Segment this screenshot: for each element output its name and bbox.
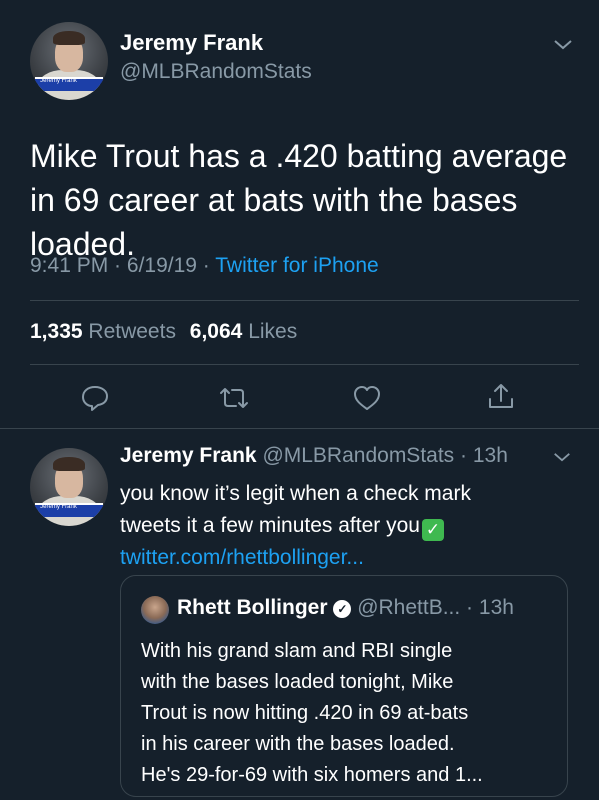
author-avatar[interactable]: Jeremy Frank bbox=[30, 22, 108, 100]
author-handle[interactable]: @MLBRandomStats bbox=[120, 60, 312, 84]
author-name[interactable]: Jeremy Frank bbox=[120, 30, 263, 56]
divider bbox=[0, 428, 599, 429]
reply-author-avatar[interactable]: Jeremy Frank bbox=[30, 448, 108, 526]
tweet-time: 9:41 PM bbox=[30, 254, 109, 277]
likes-stat[interactable]: 6,064 Likes bbox=[190, 320, 297, 343]
tweet-text: Mike Trout has a .420 batting average in… bbox=[30, 138, 568, 262]
quoted-text-line: With his grand slam and RBI single bbox=[141, 640, 453, 662]
verified-badge-icon: ✓ bbox=[333, 600, 352, 618]
divider bbox=[30, 364, 579, 365]
reply-author-name[interactable]: Jeremy Frank bbox=[120, 444, 257, 467]
quoted-text-line: He's 29-for-69 with six homers and 1... bbox=[141, 764, 483, 786]
retweet-icon[interactable] bbox=[218, 383, 250, 413]
quoted-tweet-card[interactable]: Rhett Bollinger ✓ @RhettB... · 13h With … bbox=[120, 575, 568, 797]
quoted-author-avatar bbox=[141, 596, 169, 624]
chevron-down-icon[interactable] bbox=[552, 451, 572, 464]
chevron-down-icon[interactable] bbox=[552, 38, 574, 52]
quoted-text-line: with the bases loaded tonight, Mike bbox=[141, 671, 454, 693]
reply-author-handle[interactable]: @MLBRandomStats bbox=[262, 444, 454, 467]
avatar-banner-text: Jeremy Frank bbox=[40, 503, 77, 510]
share-icon[interactable] bbox=[486, 381, 516, 411]
reply-header: Jeremy Frank @MLBRandomStats · 13h bbox=[120, 444, 508, 467]
reply-text-line: you know it’s legit when a check mark bbox=[120, 482, 471, 505]
quoted-header: Rhett Bollinger ✓ @RhettB... · 13h bbox=[177, 596, 514, 619]
quoted-text-line: in his career with the bases loaded. bbox=[141, 733, 455, 755]
retweets-stat[interactable]: 1,335 Retweets bbox=[30, 320, 176, 343]
divider bbox=[30, 300, 579, 301]
reply-link[interactable]: twitter.com/rhettbollinger... bbox=[120, 542, 580, 574]
tweet-stats: 1,335 Retweets 6,064 Likes bbox=[30, 320, 297, 344]
tweet-meta: 9:41 PM · 6/19/19 · Twitter for iPhone bbox=[30, 254, 379, 277]
reply-icon[interactable] bbox=[80, 383, 110, 413]
quoted-author-handle: @RhettB... bbox=[357, 596, 461, 619]
quoted-text-line: Trout is now hitting .420 in 69 at-bats bbox=[141, 702, 469, 724]
tweet-date: 6/19/19 bbox=[126, 254, 197, 277]
tweet-source[interactable]: Twitter for iPhone bbox=[215, 254, 378, 277]
reply-text-line: tweets it a few minutes after you ✓ bbox=[120, 510, 580, 542]
quoted-author-name: Rhett Bollinger bbox=[177, 596, 328, 619]
reply-text: you know it’s legit when a check mark tw… bbox=[120, 478, 580, 574]
check-mark-emoji: ✓ bbox=[421, 519, 444, 541]
heart-icon[interactable] bbox=[352, 384, 382, 412]
quoted-time: 13h bbox=[478, 596, 514, 619]
avatar-banner-text: Jeremy Frank bbox=[40, 77, 77, 84]
quoted-text: With his grand slam and RBI single with … bbox=[141, 636, 561, 791]
reply-time[interactable]: 13h bbox=[473, 444, 508, 467]
